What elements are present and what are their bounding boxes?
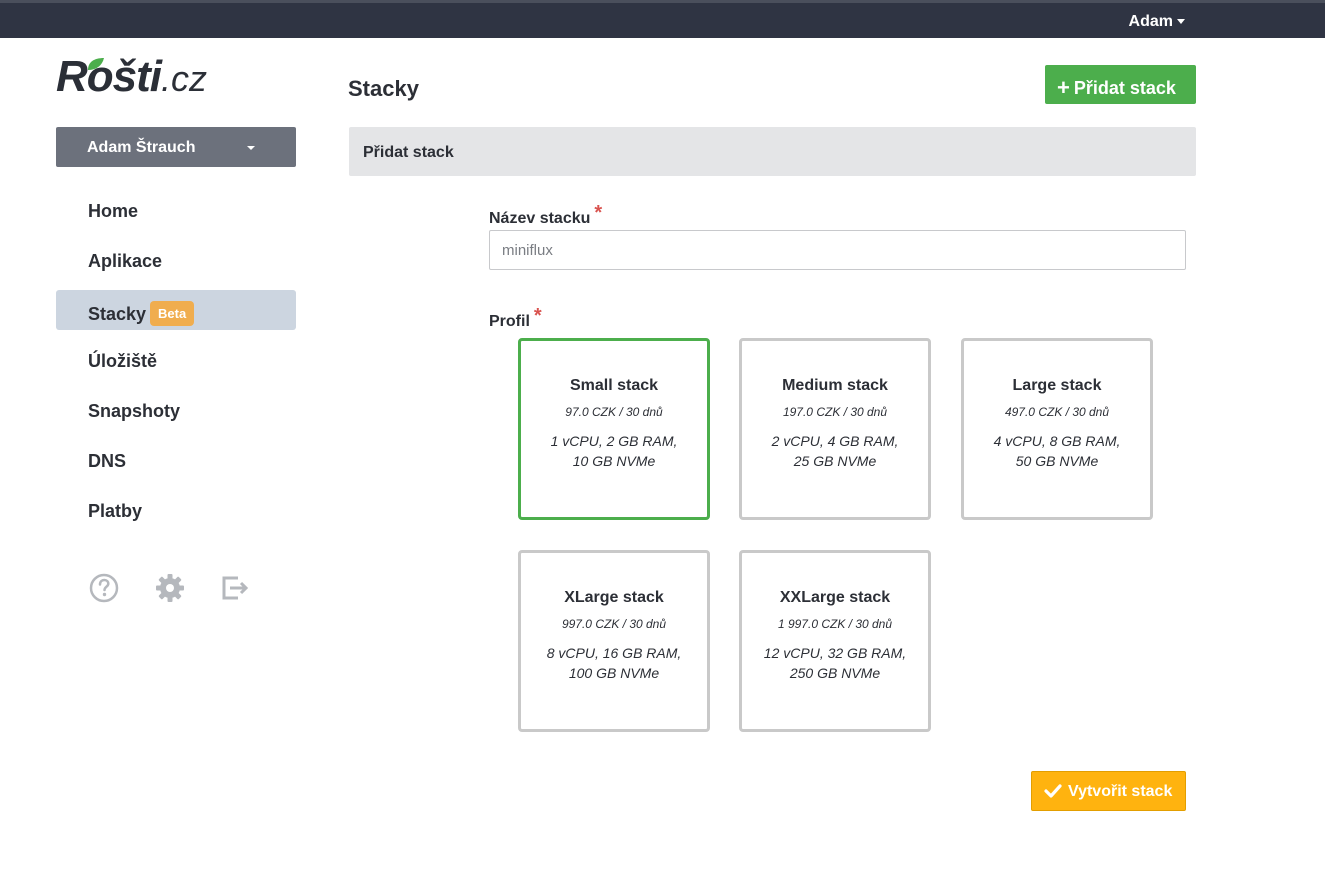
sidebar-nav: Home Aplikace Stacky Beta Úložiště Snapsh…: [56, 190, 296, 540]
beta-badge: Beta: [150, 301, 195, 326]
stack-name-label-text: Název stacku: [489, 210, 591, 227]
required-mark: *: [594, 202, 603, 224]
stack-name-label: Název stacku *: [489, 202, 602, 229]
profile-card-xxlarge[interactable]: XXLarge stack 1 997.0 CZK / 30 dnů 12 vC…: [739, 550, 931, 732]
profile-name: XLarge stack: [564, 589, 664, 606]
account-dropdown[interactable]: Adam Štrauch: [56, 127, 296, 167]
caret-down-icon: [247, 146, 255, 150]
sidebar-item-uloziste[interactable]: Úložiště: [56, 340, 296, 380]
required-mark: *: [533, 305, 542, 327]
profile-price: 1 997.0 CZK / 30 dnů: [777, 617, 893, 631]
sidebar-item-stacky[interactable]: Stacky Beta: [56, 290, 296, 330]
panel-header: Přidat stack: [349, 127, 1196, 176]
sidebar-item-snapshoty[interactable]: Snapshoty: [56, 390, 296, 430]
sidebar-item-label: Platby: [88, 501, 143, 521]
page-title: Stacky: [348, 76, 419, 101]
profile-card-large[interactable]: Large stack 497.0 CZK / 30 dnů 4 vCPU, 8…: [961, 338, 1153, 520]
user-menu-label: Adam: [1128, 13, 1173, 30]
sidebar-item-label: DNS: [88, 451, 127, 471]
profile-name: Small stack: [569, 377, 659, 394]
profile-spec: 12 vCPU, 32 GB RAM,: [763, 645, 907, 661]
sidebar-item-label: Aplikace: [88, 251, 163, 271]
profile-spec: 2 vCPU, 4 GB RAM,: [771, 433, 899, 449]
profile-label: Profil *: [489, 305, 542, 332]
sidebar-item-platby[interactable]: Platby: [56, 490, 296, 530]
logo-brand: Rošti: [56, 52, 162, 101]
add-stack-label: Přidat stack: [1073, 78, 1176, 98]
profile-card-xlarge[interactable]: XLarge stack 997.0 CZK / 30 dnů 8 vCPU, …: [518, 550, 710, 732]
add-stack-button[interactable]: + Přidat stack: [1045, 65, 1196, 104]
stack-name-value: miniflux: [502, 242, 553, 259]
caret-down-icon: [1177, 19, 1185, 25]
sidebar-item-aplikace[interactable]: Aplikace: [56, 240, 296, 280]
create-stack-button[interactable]: Vytvořit stack: [1031, 771, 1186, 811]
profile-card-small[interactable]: Small stack 97.0 CZK / 30 dnů 1 vCPU, 2 …: [518, 338, 710, 520]
plus-icon: +: [1057, 75, 1070, 100]
sidebar-item-label: Snapshoty: [88, 401, 181, 421]
profile-storage: 50 GB NVMe: [1015, 453, 1099, 469]
leaf-icon: [88, 58, 104, 70]
check-icon: [1044, 784, 1062, 798]
profile-price: 197.0 CZK / 30 dnů: [782, 405, 888, 419]
profile-storage: 250 GB NVMe: [789, 665, 881, 681]
help-icon[interactable]: [88, 572, 120, 609]
sidebar-item-label: Stacky: [88, 304, 147, 324]
stack-name-input[interactable]: miniflux: [489, 230, 1186, 270]
profile-price: 97.0 CZK / 30 dnů: [565, 405, 663, 419]
profile-name: Large stack: [1012, 377, 1102, 394]
user-menu[interactable]: Adam: [1129, 13, 1185, 31]
top-bar: Adam: [0, 0, 1325, 38]
profile-spec: 8 vCPU, 16 GB RAM,: [546, 645, 682, 661]
account-name: Adam Štrauch: [87, 139, 196, 156]
profile-card-medium[interactable]: Medium stack 197.0 CZK / 30 dnů 2 vCPU, …: [739, 338, 931, 520]
gear-icon[interactable]: [154, 572, 186, 609]
profile-spec: 4 vCPU, 8 GB RAM,: [993, 433, 1121, 449]
create-stack-label: Vytvořit stack: [1068, 783, 1173, 800]
logo[interactable]: Rošti.cz: [56, 52, 216, 102]
logo-tld: .cz: [161, 58, 208, 99]
profile-price: 497.0 CZK / 30 dnů: [1004, 405, 1110, 419]
profile-label-text: Profil: [489, 313, 530, 330]
sidebar-item-label: Úložiště: [88, 351, 158, 371]
logout-icon[interactable]: [220, 572, 252, 609]
profile-spec: 1 vCPU, 2 GB RAM,: [550, 433, 678, 449]
sidebar-item-dns[interactable]: DNS: [56, 440, 296, 480]
sidebar-item-home[interactable]: Home: [56, 190, 296, 230]
profile-name: Medium stack: [782, 377, 888, 394]
profile-name: XXLarge stack: [779, 589, 891, 606]
profile-price: 997.0 CZK / 30 dnů: [561, 617, 667, 631]
profile-storage: 25 GB NVMe: [793, 453, 877, 469]
profile-storage: 10 GB NVMe: [572, 453, 656, 469]
profile-storage: 100 GB NVMe: [568, 665, 660, 681]
sidebar-item-label: Home: [88, 201, 139, 221]
